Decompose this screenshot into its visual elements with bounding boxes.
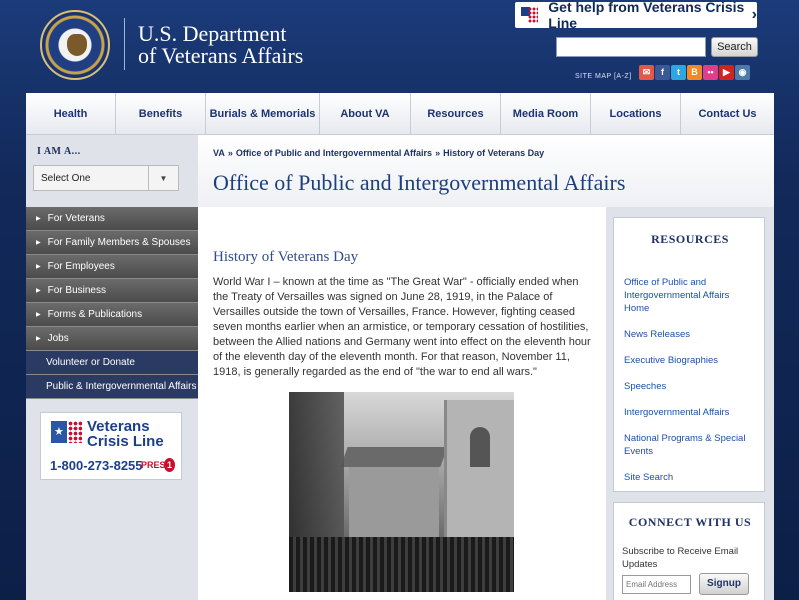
crisis-flag-icon: ★ [51,421,82,451]
eagle-icon [67,34,87,56]
sidebar-item-label: For Family Members & Spouses [47,237,191,248]
sidebar-item-for-business[interactable]: ▶ For Business [26,279,198,303]
crisis-line-banner[interactable]: Get help from Veterans Crisis Line › [515,0,757,31]
resource-link[interactable]: Intergovernmental Affairs [624,406,756,419]
header-divider [124,18,125,70]
breadcrumb-link[interactable]: VA [213,148,225,158]
sidebar-item-label: For Business [47,285,106,296]
select-value: Select One [41,172,91,184]
twitter-icon[interactable]: t [671,65,686,80]
article-title: History of Veterans Day [213,249,359,265]
crisis-press-number: 1 [164,458,175,472]
sidebar-item-label: Public & Intergovernmental Affairs [46,381,197,392]
facebook-icon[interactable]: f [655,65,670,80]
sidebar-item-jobs[interactable]: ▶ Jobs [26,327,198,351]
sidebar-item-for-employees[interactable]: ▶ For Employees [26,255,198,279]
sidebar-item-label: Volunteer or Donate [46,357,135,368]
email-icon[interactable]: ✉ [639,65,654,80]
main-header: VA» Office of Public and Intergovernmenta… [198,135,774,207]
armistice-photo [289,392,514,592]
triangle-right-icon: ▶ [36,264,41,270]
nav-item-media-room[interactable]: Media Room [501,93,591,135]
sitemap-link[interactable]: SITE MAP [A-Z] [575,73,632,80]
main-content: History of Veterans Day World War I – kn… [198,207,606,600]
sidebar-item-public-intergovernmental-affairs[interactable]: Public & Intergovernmental Affairs [26,375,198,399]
connect-title: CONNECT WITH US [628,515,752,529]
instagram-icon[interactable]: ◉ [735,65,750,80]
va-seal-logo[interactable] [40,10,110,80]
connect-box: CONNECT WITH US Subscribe to Receive Ema… [613,502,765,600]
breadcrumb-separator: » [227,148,233,158]
audience-menu: ▶ For Veterans ▶ For Family Members & Spous… [26,207,198,399]
right-sidebar: RESOURCES Office of Public and Intergove… [606,207,774,600]
signup-button[interactable]: Signup [699,573,749,595]
crisis-card-name-line2: Crisis Line [87,433,164,450]
resource-link[interactable]: Executive Biographies [624,354,756,367]
resource-link[interactable]: Speeches [624,380,756,393]
resources-title: RESOURCES [651,232,729,246]
crisis-banner-label: Get help from Veterans Crisis Line [548,0,745,31]
nav-item-about-va[interactable]: About VA [320,93,411,135]
triangle-right-icon: ▶ [36,216,41,222]
triangle-right-icon: ▶ [36,240,41,246]
resource-link[interactable]: News Releases [624,328,756,341]
email-address-input[interactable] [622,575,691,594]
sidebar-item-label: For Veterans [47,213,105,224]
social-icons: ✉ f t B •• ▶ ◉ [639,65,750,80]
crisis-flag-icon [521,7,539,23]
resources-box: RESOURCES Office of Public and Intergove… [613,217,765,492]
breadcrumb-separator: » [435,148,441,158]
nav-item-benefits[interactable]: Benefits [116,93,206,135]
subscribe-text: Subscribe to Receive Email Updates [622,546,739,570]
chevron-right-icon: › [751,6,757,23]
sidebar-item-label: For Employees [47,261,115,272]
triangle-right-icon: ▶ [36,336,41,342]
sidebar-item-for-family-members-spouses[interactable]: ▶ For Family Members & Spouses [26,231,198,255]
department-name-line2[interactable]: of Veterans Affairs [138,44,303,68]
chevron-down-icon[interactable]: ▼ [148,166,178,190]
breadcrumb: VA» Office of Public and Intergovernmenta… [213,148,547,158]
i-am-a-select[interactable]: Select One ▼ [33,165,179,191]
site-header: U.S. Department of Veterans Affairs Get … [26,0,774,93]
nav-item-health[interactable]: Health [26,93,116,135]
crisis-line-card[interactable]: ★ Veterans Crisis Line 1-800-273-8255 PR… [40,412,182,480]
article-body: World War I – known at the time as "The … [213,276,591,378]
sidebar-item-volunteer-or-donate[interactable]: Volunteer or Donate [26,351,198,375]
triangle-right-icon: ▶ [36,288,41,294]
resource-link[interactable]: Office of Public and Intergovernmental A… [624,276,756,315]
resource-link[interactable]: Site Search [624,471,756,484]
search-input[interactable] [556,37,706,57]
flickr-icon[interactable]: •• [703,65,718,80]
sidebar-item-label: Jobs [47,333,69,344]
sidebar-item-forms-publications[interactable]: ▶ Forms & Publications [26,303,198,327]
nav-item-resources[interactable]: Resources [411,93,501,135]
breadcrumb-link: History of Veterans Day [443,148,545,158]
nav-item-contact-us[interactable]: Contact Us [681,93,774,135]
left-sidebar: I AM A... Select One ▼ ▶ For Veterans ▶ For… [26,135,198,600]
sidebar-item-for-veterans[interactable]: ▶ For Veterans [26,207,198,231]
breadcrumb-link[interactable]: Office of Public and Intergovernmental A… [236,148,432,158]
youtube-icon[interactable]: ▶ [719,65,734,80]
sidebar-item-label: Forms & Publications [47,309,143,320]
search-button[interactable]: Search [711,37,758,57]
resource-link[interactable]: National Programs & Special Events [624,432,756,458]
crisis-card-name-line1: Veterans [87,418,150,435]
page-title: Office of Public and Intergovernmental A… [213,170,626,195]
main-nav: Health Benefits Burials & Memorials About V… [26,93,774,135]
triangle-right-icon: ▶ [36,312,41,318]
nav-item-locations[interactable]: Locations [591,93,681,135]
resources-links: Office of Public and Intergovernmental A… [624,276,756,497]
blogger-icon[interactable]: B [687,65,702,80]
i-am-a-label: I AM A... [37,146,81,157]
nav-item-burials-memorials[interactable]: Burials & Memorials [206,93,320,135]
crisis-phone-number: 1-800-273-8255 [50,458,143,473]
